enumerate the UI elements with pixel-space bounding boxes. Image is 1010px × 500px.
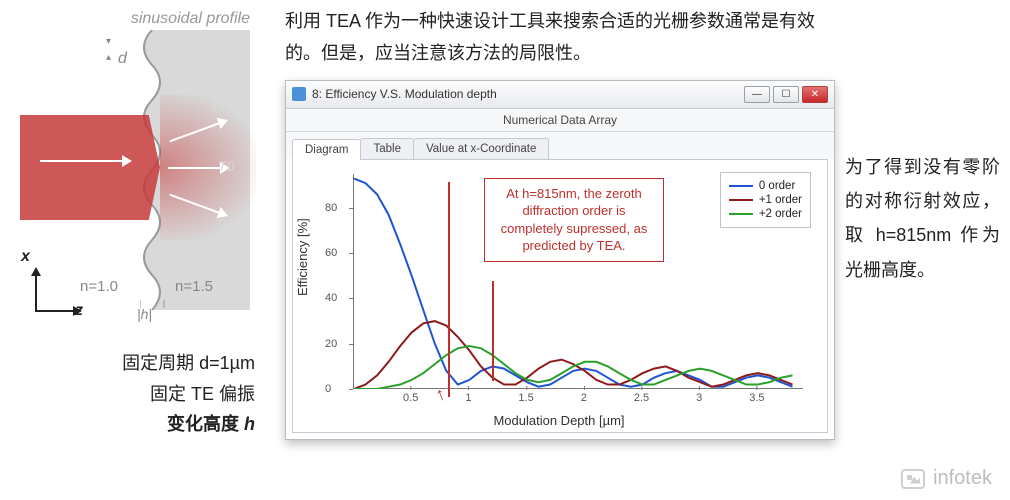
y-tick: 20 bbox=[325, 338, 337, 350]
h-label: |h| bbox=[137, 306, 152, 322]
window-subtitle: Numerical Data Array bbox=[286, 109, 834, 132]
window-close-button[interactable]: ✕ bbox=[802, 86, 828, 103]
diagram-caption: 固定周期 d=1µm 固定 TE 偏振 变化高度 h bbox=[20, 348, 265, 440]
callout-leader-line bbox=[492, 281, 494, 381]
incident-arrow bbox=[40, 160, 130, 162]
legend-entry-0: 0 order bbox=[759, 180, 795, 192]
sinusoidal-profile-label: sinusoidal profile bbox=[131, 10, 250, 28]
x-tick: 1.5 bbox=[518, 392, 533, 404]
order-plus1-label: T+1 bbox=[210, 100, 235, 116]
caption-line-1: 固定周期 d=1µm bbox=[20, 348, 255, 379]
x-tick: 3.5 bbox=[749, 392, 764, 404]
chart-legend: 0 order +1 order +2 order bbox=[720, 172, 811, 228]
x-tick: 2.5 bbox=[634, 392, 649, 404]
grating-diagram: sinusoidal profile ▾▴ d T+1 T0 T-1 n=1.0… bbox=[20, 10, 250, 330]
series-+1-order bbox=[354, 321, 793, 389]
x-tick: 2 bbox=[581, 392, 587, 404]
y-axis-label: Efficiency [%] bbox=[295, 218, 310, 296]
axis-x-label: x bbox=[21, 248, 30, 266]
window-titlebar[interactable]: 8: Efficiency V.S. Modulation depth — ☐ … bbox=[286, 81, 834, 109]
y-tick: 60 bbox=[325, 247, 337, 259]
legend-entry-1: +1 order bbox=[759, 194, 802, 206]
incident-beam bbox=[20, 115, 160, 220]
tab-diagram[interactable]: Diagram bbox=[292, 139, 361, 160]
window-maximize-button[interactable]: ☐ bbox=[773, 86, 799, 103]
top-paragraph: 利用 TEA 作为一种快速设计工具来搜索合适的光栅参数通常是有效的。但是，应当注… bbox=[285, 5, 835, 70]
axis-z-label: z bbox=[75, 302, 83, 320]
window-minimize-button[interactable]: — bbox=[744, 86, 770, 103]
callout-vertical-line bbox=[448, 182, 450, 397]
n-right-label: n=1.5 bbox=[175, 278, 213, 295]
period-arrows: ▾▴ bbox=[106, 38, 111, 62]
legend-entry-2: +2 order bbox=[759, 208, 802, 220]
n-left-label: n=1.0 bbox=[80, 278, 118, 295]
x-tick: 0.5 bbox=[403, 392, 418, 404]
right-paragraph: 为了得到没有零阶的对称衍射效应，取 h=815nm 作为光栅高度。 bbox=[845, 150, 1000, 287]
caption-line-2: 固定 TE 偏振 bbox=[20, 379, 255, 410]
x-tick: 3 bbox=[696, 392, 702, 404]
efficiency-vs-depth-chart: Efficiency [%] Modulation Depth [µm] ↑ A… bbox=[299, 166, 819, 426]
order-zero-label: T0 bbox=[218, 158, 234, 174]
plot-window: 8: Efficiency V.S. Modulation depth — ☐ … bbox=[285, 80, 835, 440]
y-tick: 40 bbox=[325, 292, 337, 304]
window-app-icon bbox=[292, 87, 306, 101]
watermark-text: infotek bbox=[933, 467, 992, 490]
coordinate-axes: x z bbox=[25, 262, 85, 312]
y-tick: 80 bbox=[325, 202, 337, 214]
watermark-icon bbox=[901, 469, 925, 489]
order-minus1-label: T-1 bbox=[215, 216, 235, 232]
period-d-label: d bbox=[118, 50, 127, 68]
y-tick: 0 bbox=[325, 383, 331, 395]
caption-line-3: 变化高度 h bbox=[20, 409, 255, 440]
x-axis-label: Modulation Depth [µm] bbox=[299, 413, 819, 428]
tab-table[interactable]: Table bbox=[360, 138, 414, 159]
watermark: infotek bbox=[901, 467, 992, 490]
window-title: 8: Efficiency V.S. Modulation depth bbox=[312, 87, 497, 101]
callout-box: At h=815nm, the zeroth diffraction order… bbox=[484, 178, 664, 262]
x-tick: 1 bbox=[465, 392, 471, 404]
tab-value-at-x[interactable]: Value at x-Coordinate bbox=[413, 138, 549, 159]
window-tabs: Diagram Table Value at x-Coordinate bbox=[286, 132, 834, 159]
